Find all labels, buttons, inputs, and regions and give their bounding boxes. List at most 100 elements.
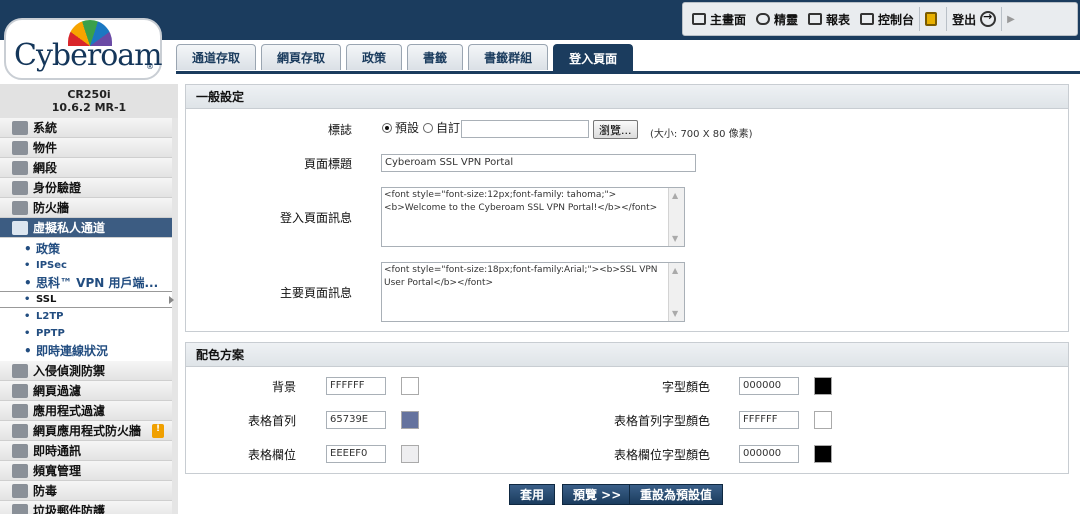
firewall-icon	[12, 200, 28, 215]
reports-label: 報表	[826, 12, 851, 27]
logo-reg: ®	[146, 62, 154, 71]
nav-item-qos[interactable]: 頻寬管理	[0, 461, 172, 481]
radio-checked	[382, 122, 392, 133]
row-label: 表格欄位	[247, 448, 296, 462]
subnav-item-live-status[interactable]: 即時連線狀況	[0, 342, 172, 359]
main-msg-textarea[interactable]: <font style="font-size:18px;font-family:…	[381, 262, 685, 322]
browse-button[interactable]: 瀏覽...	[593, 120, 638, 139]
objects-icon	[12, 140, 28, 155]
font-color-input[interactable]: 000000	[739, 377, 799, 395]
nav-label: 防火牆	[33, 201, 70, 215]
background-swatch[interactable]	[401, 377, 419, 395]
expand-button[interactable]: ▶	[1002, 3, 1020, 35]
logo-text: Cyberoam	[14, 38, 163, 73]
subnav-item-ipsec[interactable]: IPSec	[0, 257, 172, 274]
page-title-label: 頁面標題	[303, 157, 352, 171]
identity-icon	[12, 180, 28, 195]
background-color-input[interactable]: FFFFFF	[326, 377, 386, 395]
nav-item-vpn[interactable]: 虛擬私人通道	[0, 218, 172, 238]
header-color-input[interactable]: 65739E	[326, 411, 386, 429]
header-swatch[interactable]	[401, 411, 419, 429]
logo-default-radio[interactable]: 預設	[382, 119, 419, 136]
tab-bookmarks[interactable]: 書籤	[407, 44, 464, 70]
logout-label: 登出	[952, 12, 977, 27]
scrollbar[interactable]	[668, 188, 684, 246]
tab-bookmark-groups[interactable]: 書籤群組	[468, 44, 549, 70]
nav-item-objects[interactable]: 物件	[0, 138, 172, 158]
reports-link[interactable]: 報表	[803, 3, 855, 35]
vpn-subnav: 政策 IPSec 思科™ VPN 用戶端... SSL L2TP PPTP 即時…	[0, 238, 174, 361]
scrollbar[interactable]	[668, 263, 684, 321]
header-font-color-input[interactable]: FFFFFF	[739, 411, 799, 429]
antivirus-icon	[12, 483, 28, 498]
network-icon	[12, 160, 28, 175]
ips-icon	[12, 363, 28, 378]
top-links: 主畫面 精靈 報表 控制台 登出 ▶	[682, 2, 1078, 36]
nav-label: 網頁應用程式防火牆	[33, 424, 142, 438]
waf-icon	[12, 423, 28, 438]
row-font-color-label: 表格欄位字型顏色	[613, 448, 710, 462]
tab-tunnel-access[interactable]: 通道存取	[176, 44, 257, 70]
tab-web-access[interactable]: 網頁存取	[261, 44, 342, 70]
logo-custom-radio[interactable]: 自訂	[423, 119, 460, 136]
play-icon: ▶	[1007, 13, 1015, 25]
logout-icon	[980, 10, 997, 27]
vpn-icon	[12, 220, 28, 235]
radio-default-label: 預設	[395, 121, 420, 135]
tab-policy[interactable]: 政策	[346, 44, 403, 70]
color-scheme-section: 配色方案 背景 FFFFFF 表格首列 65739E 表格欄位 EEEEF0 字…	[185, 342, 1069, 474]
reset-defaults-button[interactable]: 重設為預設值	[629, 484, 724, 505]
page-title-input[interactable]: Cyberoam SSL VPN Portal	[381, 154, 696, 172]
lock-button[interactable]	[920, 3, 946, 35]
row-font-swatch[interactable]	[814, 445, 832, 463]
subnav-item-policy[interactable]: 政策	[0, 240, 172, 257]
left-nav: CR250i 10.6.2 MR-1 系統 物件 網段 身份驗證 防火牆 虛擬私…	[0, 84, 178, 514]
wizard-label: 精靈	[774, 12, 799, 27]
header-label: 表格首列	[247, 414, 296, 428]
header-font-swatch[interactable]	[814, 411, 832, 429]
row-color-input[interactable]: EEEEF0	[326, 445, 386, 463]
wizard-link[interactable]: 精靈	[751, 3, 803, 35]
row-swatch[interactable]	[401, 445, 419, 463]
row-font-color-input[interactable]: 000000	[739, 445, 799, 463]
nav-item-system[interactable]: 系統	[0, 118, 172, 138]
tab-bar: 通道存取 網頁存取 政策 書籤 書籤群組 登入頁面	[176, 44, 638, 72]
subnav-item-pptp[interactable]: PPTP	[0, 325, 172, 342]
system-icon	[12, 120, 28, 135]
nav-item-web-filter[interactable]: 網頁過濾	[0, 381, 172, 401]
nav-item-waf[interactable]: 網頁應用程式防火牆!	[0, 421, 172, 441]
reports-icon	[808, 13, 823, 25]
main-content: 一般設定 標誌 預設 自訂 瀏覽... (大小: 700 X 80 像素) 頁面…	[178, 74, 1078, 514]
nav-item-identity[interactable]: 身份驗證	[0, 178, 172, 198]
apply-button[interactable]: 套用	[509, 484, 556, 505]
radio-custom-label: 自訂	[436, 121, 461, 135]
nav-label: 垃圾郵件防護	[33, 504, 106, 514]
device-info: CR250i 10.6.2 MR-1	[0, 84, 178, 118]
nav-label: 系統	[33, 121, 58, 135]
nav-label: 身份驗證	[33, 181, 82, 195]
subnav-item-l2tp[interactable]: L2TP	[0, 308, 172, 325]
preview-button[interactable]: 預覽 >>	[562, 484, 633, 505]
subnav-item-cisco-vpn[interactable]: 思科™ VPN 用戶端...	[0, 274, 172, 291]
tab-login-page[interactable]: 登入頁面	[553, 44, 634, 72]
main-msg-label: 主要頁面訊息	[279, 286, 352, 300]
nav-item-app-filter[interactable]: 應用程式過濾	[0, 401, 172, 421]
im-icon	[12, 443, 28, 458]
app-root: 主畫面 精靈 報表 控制台 登出 ▶ Cyberoam ® CR250i 10.…	[0, 0, 1080, 514]
subnav-item-ssl[interactable]: SSL	[0, 291, 174, 308]
nav-item-ips[interactable]: 入侵偵測防禦	[0, 361, 172, 381]
home-icon	[692, 13, 706, 25]
nav-item-antispam[interactable]: 垃圾郵件防護	[0, 501, 172, 514]
login-msg-textarea[interactable]: <font style="font-size:12px;font-family:…	[381, 187, 685, 247]
logo-file-input[interactable]	[461, 120, 589, 138]
nav-item-antivirus[interactable]: 防毒	[0, 481, 172, 501]
nav-item-firewall[interactable]: 防火牆	[0, 198, 172, 218]
font-swatch[interactable]	[814, 377, 832, 395]
nav-item-im[interactable]: 即時通訊	[0, 441, 172, 461]
nav-item-network[interactable]: 網段	[0, 158, 172, 178]
nav-label: 即時通訊	[33, 444, 82, 458]
home-link[interactable]: 主畫面	[687, 3, 751, 35]
console-link[interactable]: 控制台	[855, 3, 919, 35]
background-label: 背景	[271, 380, 296, 394]
logout-link[interactable]: 登出	[947, 3, 1001, 35]
